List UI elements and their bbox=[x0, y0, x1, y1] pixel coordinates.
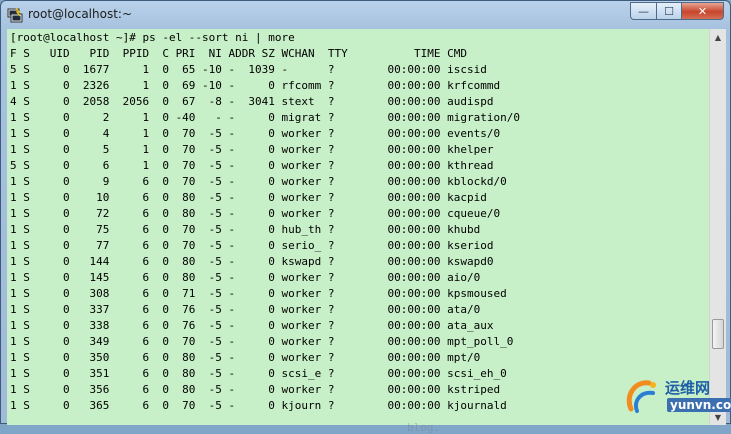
process-row: 1 S 0 338 6 0 76 -5 - 0 worker ? 00:00:0… bbox=[10, 319, 494, 332]
minimize-button[interactable]: — bbox=[630, 2, 656, 20]
process-row: 1 S 0 365 6 0 70 -5 - 0 kjourn ? 00:00:0… bbox=[10, 399, 507, 412]
process-row: 1 S 0 337 6 0 76 -5 - 0 worker ? 00:00:0… bbox=[10, 303, 481, 316]
terminal-output[interactable]: [root@localhost ~]# ps -el --sort ni | m… bbox=[10, 30, 707, 425]
process-row: 1 S 0 9 6 0 70 -5 - 0 worker ? 00:00:00 … bbox=[10, 175, 507, 188]
process-row: 5 S 0 6 1 0 70 -5 - 0 worker ? 00:00:00 … bbox=[10, 159, 494, 172]
process-row: 5 S 0 1677 1 0 65 -10 - 1039 - ? 00:00:0… bbox=[10, 63, 487, 76]
minimize-icon: — bbox=[638, 4, 649, 18]
process-row: 1 S 0 351 6 0 80 -5 - 0 scsi_e ? 00:00:0… bbox=[10, 367, 507, 380]
watermark: blog. bbox=[407, 421, 441, 434]
process-row: 1 S 0 2 1 0 -40 - - 0 migrat ? 00:00:00 … bbox=[10, 111, 520, 124]
command-prompt-line: [root@localhost ~]# ps -el --sort ni | m… bbox=[10, 31, 295, 44]
site-logo: 运维网 yunvn.com bbox=[623, 375, 731, 419]
terminal-area[interactable]: [root@localhost ~]# ps -el --sort ni | m… bbox=[7, 29, 726, 434]
process-row: 1 S 0 72 6 0 80 -5 - 0 worker ? 00:00:00… bbox=[10, 207, 501, 220]
process-row: 1 S 0 5 1 0 70 -5 - 0 worker ? 00:00:00 … bbox=[10, 143, 494, 156]
window-controls: — ☐ ✕ bbox=[630, 2, 724, 21]
process-row: 1 S 0 4 1 0 70 -5 - 0 worker ? 00:00:00 … bbox=[10, 127, 501, 140]
maximize-icon: ☐ bbox=[664, 4, 674, 18]
title-bar[interactable]: root@localhost:~ — ☐ ✕ bbox=[1, 1, 730, 29]
vertical-scrollbar[interactable]: ▲ ▼ bbox=[709, 29, 726, 425]
putty-icon[interactable] bbox=[7, 7, 23, 23]
process-row: 1 S 0 349 6 0 70 -5 - 0 worker ? 00:00:0… bbox=[10, 335, 514, 348]
close-button[interactable]: ✕ bbox=[681, 2, 724, 20]
logo-swirl-icon bbox=[626, 380, 656, 413]
process-row: 1 S 0 350 6 0 80 -5 - 0 worker ? 00:00:0… bbox=[10, 351, 481, 364]
close-icon: ✕ bbox=[697, 4, 708, 18]
process-row: 4 S 0 2058 2056 0 67 -8 - 3041 stext ? 0… bbox=[10, 95, 494, 108]
ps-header-line: F S UID PID PPID C PRI NI ADDR SZ WCHAN … bbox=[10, 47, 467, 60]
process-row: 1 S 0 308 6 0 71 -5 - 0 worker ? 00:00:0… bbox=[10, 287, 507, 300]
process-row: 1 S 0 145 6 0 80 -5 - 0 worker ? 00:00:0… bbox=[10, 271, 481, 284]
process-row: 1 S 0 75 6 0 70 -5 - 0 hub_th ? 00:00:00… bbox=[10, 223, 481, 236]
process-row: 1 S 0 144 6 0 80 -5 - 0 kswapd ? 00:00:0… bbox=[10, 255, 494, 268]
process-row: 1 S 0 356 6 0 80 -5 - 0 worker ? 00:00:0… bbox=[10, 383, 501, 396]
process-row: 1 S 0 10 6 0 80 -5 - 0 worker ? 00:00:00… bbox=[10, 191, 487, 204]
logo-url: yunvn.com bbox=[667, 398, 731, 412]
window-title: root@localhost:~ bbox=[28, 7, 133, 21]
process-row: 1 S 0 77 6 0 70 -5 - 0 serio_ ? 00:00:00… bbox=[10, 239, 494, 252]
process-row: 1 S 0 2326 1 0 69 -10 - 0 rfcomm ? 00:00… bbox=[10, 79, 501, 92]
maximize-button[interactable]: ☐ bbox=[656, 2, 681, 20]
scrollbar-thumb[interactable] bbox=[712, 318, 724, 349]
scroll-up-arrow-icon[interactable]: ▲ bbox=[710, 29, 726, 45]
logo-name: 运维网 bbox=[665, 379, 711, 397]
terminal-window: root@localhost:~ — ☐ ✕ [root@localhost ~… bbox=[0, 0, 731, 434]
